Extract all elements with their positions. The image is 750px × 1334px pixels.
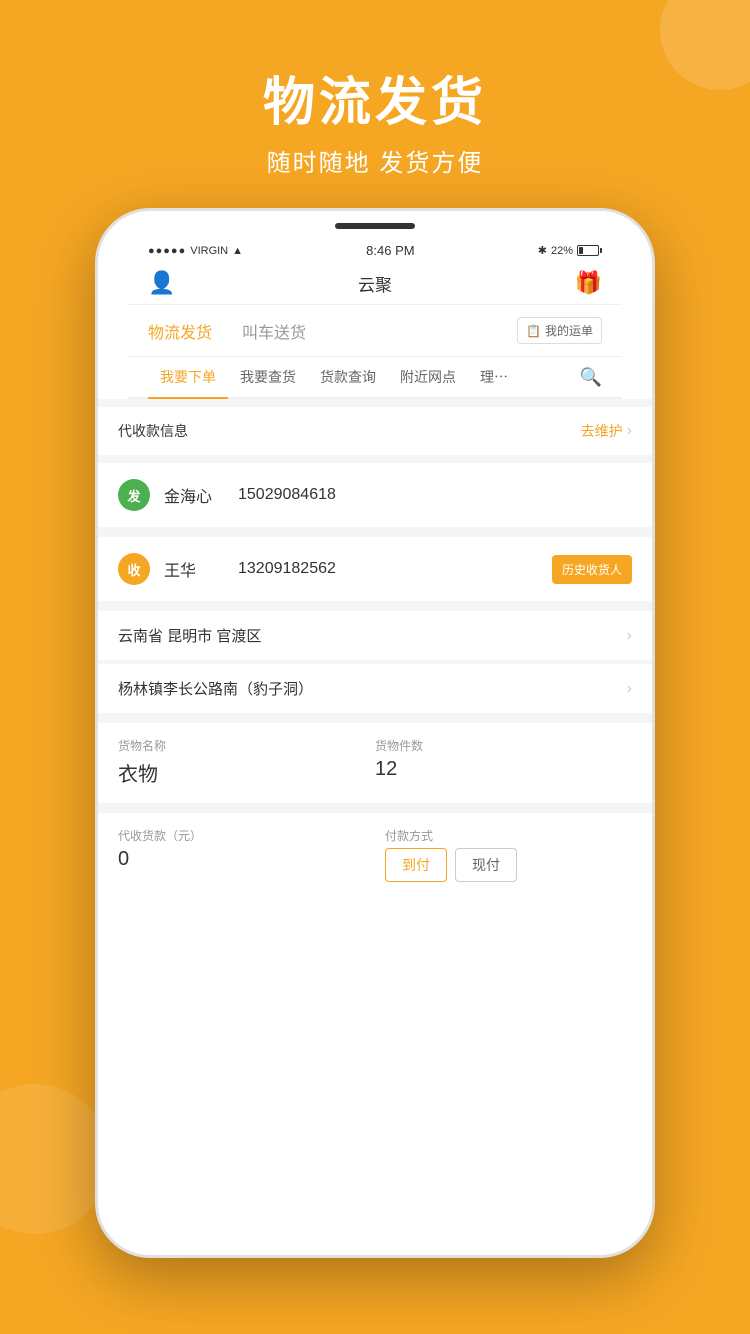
battery-body bbox=[577, 245, 599, 256]
battery-indicator bbox=[577, 245, 602, 256]
battery-fill bbox=[579, 247, 583, 254]
sender-badge: 发 bbox=[118, 479, 150, 511]
sender-card: 发 金海心 15029084618 bbox=[98, 463, 652, 527]
payment-method-label: 付款方式 bbox=[385, 827, 632, 844]
bg-decoration-circle1 bbox=[660, 0, 750, 90]
subtab-nearby[interactable]: 附近网点 bbox=[388, 357, 468, 397]
waybill-icon: 📋 bbox=[526, 324, 541, 338]
goods-grid: 货物名称 衣物 货物件数 12 bbox=[118, 737, 632, 787]
chevron-right-icon: › bbox=[627, 422, 632, 440]
cod-amount-col: 代收货款（元） 0 bbox=[118, 827, 365, 871]
cod-amount-value[interactable]: 0 bbox=[118, 848, 365, 871]
main-tab-row: 物流发货 叫车送货 📋 我的运单 bbox=[128, 305, 622, 357]
nav-title: 云聚 bbox=[358, 271, 392, 296]
receiver-badge: 收 bbox=[118, 553, 150, 585]
cod-amount-label: 代收货款（元） bbox=[118, 827, 365, 844]
bg-decoration-circle2 bbox=[0, 1084, 110, 1234]
sub-tab-row: 我要下单 我要查货 货款查询 附近网点 理⋯ 🔍 bbox=[128, 357, 622, 399]
payment-method-col: 付款方式 到付 现付 bbox=[385, 827, 632, 882]
header-subtitle: 随时随地 发货方便 bbox=[263, 143, 487, 178]
goods-card: 货物名称 衣物 货物件数 12 bbox=[98, 723, 652, 803]
cod-info-card: 代收款信息 去维护 › bbox=[98, 407, 652, 455]
goods-count-col: 货物件数 12 bbox=[375, 737, 632, 787]
status-bar: ●●●●● VIRGIN ▲ 8:46 PM ✱ 22% bbox=[128, 239, 622, 262]
address-province-text: 云南省 昆明市 官渡区 bbox=[118, 625, 261, 646]
signal-dots: ●●●●● bbox=[148, 245, 186, 257]
carrier-name: VIRGIN bbox=[190, 245, 228, 257]
header-title: 物流发货 bbox=[263, 60, 487, 135]
subtab-more[interactable]: 理⋯ bbox=[468, 357, 520, 397]
payment-card: 代收货款（元） 0 付款方式 到付 现付 bbox=[98, 813, 652, 898]
content-area: 代收款信息 去维护 › 发 金海心 15029084618 收 王华 13209… bbox=[98, 399, 652, 898]
cod-info-row: 代收款信息 去维护 › bbox=[118, 421, 632, 441]
chevron-right-address1: › bbox=[627, 627, 632, 645]
subtab-payment-query[interactable]: 货款查询 bbox=[308, 357, 388, 397]
nav-bar: 👤 云聚 🎁 bbox=[128, 262, 622, 305]
cod-action-text: 去维护 bbox=[581, 421, 623, 441]
payment-options: 到付 现付 bbox=[385, 848, 632, 882]
battery-percent: 22% bbox=[551, 245, 573, 257]
wifi-icon: ▲ bbox=[232, 245, 243, 257]
tab-logistics[interactable]: 物流发货 bbox=[148, 319, 212, 343]
address-detail-text: 杨林镇李长公路南（豹子洞） bbox=[118, 678, 313, 699]
receiver-phone: 13209182562 bbox=[238, 560, 336, 578]
waybill-label: 我的运单 bbox=[545, 322, 593, 339]
tab-delivery[interactable]: 叫车送货 bbox=[242, 319, 306, 343]
bluetooth-icon: ✱ bbox=[538, 244, 547, 257]
goods-count-label: 货物件数 bbox=[375, 737, 632, 754]
status-time: 8:46 PM bbox=[366, 243, 414, 258]
pay-on-delivery-button[interactable]: 到付 bbox=[385, 848, 447, 882]
battery-tip bbox=[600, 248, 602, 253]
phone-top: ●●●●● VIRGIN ▲ 8:46 PM ✱ 22% 👤 云聚 🎁 bbox=[98, 211, 652, 399]
gift-icon[interactable]: 🎁 bbox=[575, 270, 602, 296]
sender-phone: 15029084618 bbox=[238, 486, 336, 504]
subtab-query-goods[interactable]: 我要查货 bbox=[228, 357, 308, 397]
subtab-order[interactable]: 我要下单 bbox=[148, 357, 228, 399]
goods-name-label: 货物名称 bbox=[118, 737, 375, 754]
goods-count-value[interactable]: 12 bbox=[375, 758, 632, 781]
receiver-name: 王华 bbox=[164, 557, 224, 581]
payment-row: 代收货款（元） 0 付款方式 到付 现付 bbox=[118, 827, 632, 882]
cod-info-label: 代收款信息 bbox=[118, 421, 188, 441]
pay-cash-button[interactable]: 现付 bbox=[455, 848, 517, 882]
goods-name-col: 货物名称 衣物 bbox=[118, 737, 375, 787]
search-icon[interactable]: 🔍 bbox=[572, 359, 602, 396]
my-waybill-button[interactable]: 📋 我的运单 bbox=[517, 317, 602, 344]
status-left: ●●●●● VIRGIN ▲ bbox=[148, 245, 243, 257]
cod-action-button[interactable]: 去维护 › bbox=[581, 421, 632, 441]
address-detail-card[interactable]: 杨林镇李长公路南（豹子洞） › bbox=[98, 664, 652, 713]
sender-name: 金海心 bbox=[164, 483, 224, 507]
phone-speaker bbox=[335, 223, 415, 229]
header-area: 物流发货 随时随地 发货方便 bbox=[263, 0, 487, 208]
address-province-card[interactable]: 云南省 昆明市 官渡区 › bbox=[98, 611, 652, 660]
status-right: ✱ 22% bbox=[538, 244, 602, 257]
chevron-right-address2: › bbox=[627, 680, 632, 698]
user-icon[interactable]: 👤 bbox=[148, 270, 175, 296]
history-receiver-button[interactable]: 历史收货人 bbox=[552, 555, 632, 584]
receiver-card: 收 王华 13209182562 历史收货人 bbox=[98, 537, 652, 601]
phone-frame: ●●●●● VIRGIN ▲ 8:46 PM ✱ 22% 👤 云聚 🎁 bbox=[95, 208, 655, 1258]
goods-name-value[interactable]: 衣物 bbox=[118, 758, 375, 787]
